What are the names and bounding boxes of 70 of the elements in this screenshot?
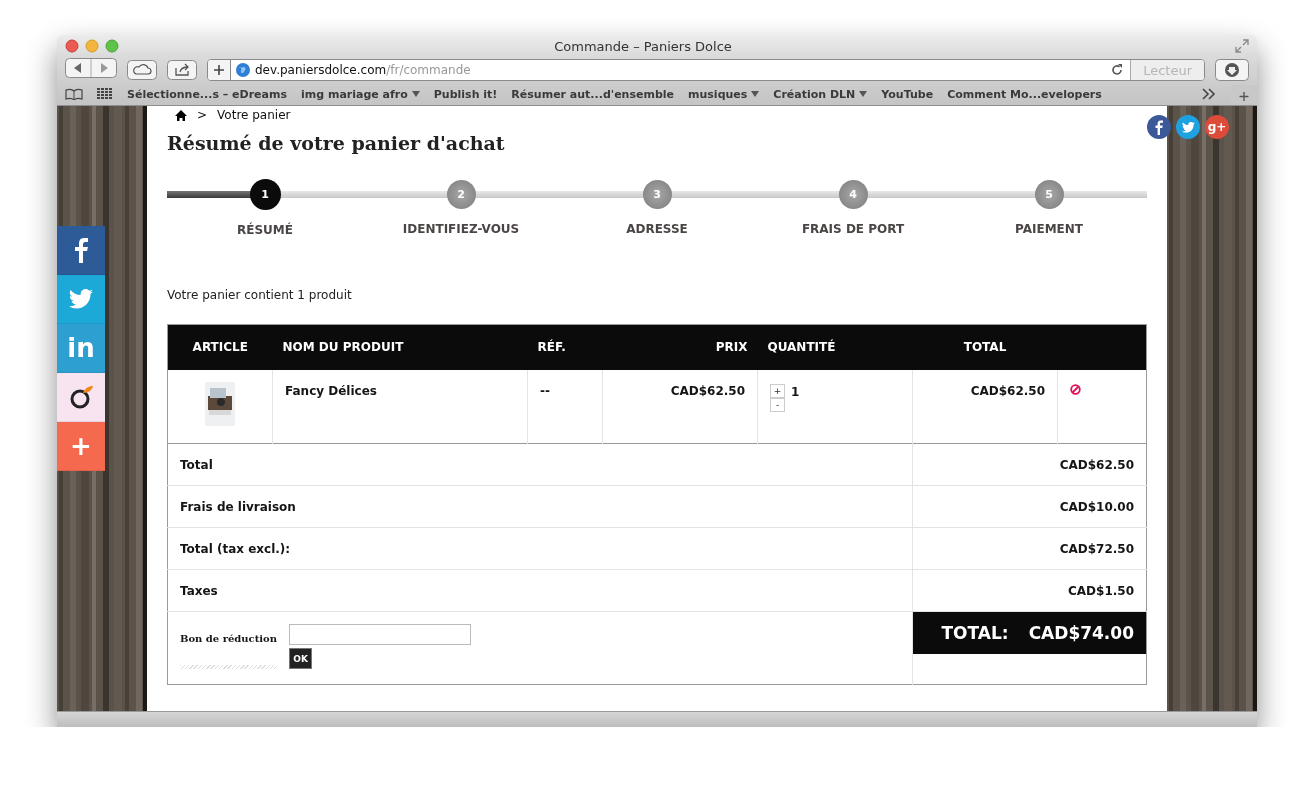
grid-icon[interactable]	[97, 88, 113, 100]
total-label: Taxes	[180, 583, 218, 598]
line-total: CAD$62.50	[970, 383, 1045, 398]
window-controls-icon[interactable]	[65, 39, 121, 53]
total-label: Total	[180, 457, 213, 472]
home-icon[interactable]	[175, 109, 187, 121]
delete-icon[interactable]	[1070, 383, 1081, 395]
step-label: FRAIS DE PORT	[801, 222, 905, 236]
column-header: TOTAL	[963, 340, 1007, 355]
breadcrumb-current: Votre panier	[217, 108, 291, 122]
bookmark-link[interactable]: Publish it!	[433, 87, 498, 101]
total-value: CAD$72.50	[1059, 541, 1134, 556]
bird-icon	[69, 289, 93, 309]
fullscreen-icon[interactable]	[1235, 39, 1249, 53]
step-number[interactable]: 1	[249, 179, 281, 210]
step-label: PAIEMENT	[1015, 222, 1083, 236]
quantity-value: 1	[791, 384, 800, 399]
plus-icon[interactable]	[208, 60, 231, 80]
download-icon[interactable]	[1215, 59, 1249, 81]
product-price: CAD$62.50	[670, 383, 745, 398]
social-twitter-button[interactable]	[57, 275, 105, 324]
voucher-label: Bon de réduction	[180, 633, 278, 669]
caret-icon[interactable]	[859, 91, 868, 97]
back-forward-buttons-icon[interactable]	[65, 58, 117, 78]
caret-icon[interactable]	[751, 91, 760, 97]
total-label: Frais de livraison	[180, 499, 296, 514]
total-value: CAD$62.50	[1059, 457, 1134, 472]
reload-icon[interactable]	[1110, 63, 1125, 77]
bookmark-link[interactable]: Comment Mo...evelopers	[947, 87, 1102, 101]
globe-icon	[235, 62, 251, 78]
book-icon[interactable]	[65, 88, 83, 100]
grand-total-label: TOTAL:	[941, 623, 1009, 643]
caret-icon[interactable]	[411, 91, 420, 97]
share-icon[interactable]	[167, 60, 197, 80]
step-label: ADRESSE	[626, 222, 688, 236]
chevron-icon[interactable]	[1201, 88, 1217, 100]
step-label: IDENTIFIEZ-VOUS	[402, 222, 520, 236]
bookmark-link[interactable]: Résumer aut...d'ensemble	[511, 87, 674, 101]
grand-total-value: CAD$74.00	[1028, 623, 1134, 643]
social-facebook-button[interactable]	[57, 226, 105, 275]
column-header: QUANTITÉ	[767, 340, 836, 355]
step-label: RÉSUMÉ	[237, 223, 293, 237]
column-header: RÉF.	[537, 340, 566, 355]
bookmark-link[interactable]: img mariage afro	[301, 87, 408, 101]
facebook-icon	[74, 237, 88, 263]
page-title: Résumé de votre panier d'achat	[167, 132, 506, 156]
column-header: PRIX	[715, 340, 748, 355]
bookmark-link[interactable]: musiques	[688, 87, 748, 101]
cart-summary-text: Votre panier contient 1 produit	[167, 288, 353, 302]
ok-button[interactable]: OK	[289, 648, 313, 669]
bird-icon	[1181, 121, 1195, 133]
bookmark-link[interactable]: Sélectionne...s – eDreams	[127, 87, 287, 101]
window-title: Commande – Paniers Dolce	[553, 38, 733, 54]
column-header: ARTICLE	[192, 340, 248, 355]
bookmark-link[interactable]: Création DLN	[773, 87, 856, 101]
breadcrumb-separator: >	[197, 108, 208, 122]
social-ring-button[interactable]	[57, 373, 105, 422]
total-value: CAD$1.50	[1068, 583, 1134, 598]
facebook-icon	[1155, 119, 1163, 135]
share-facebook-button[interactable]	[1147, 115, 1171, 139]
total-value: CAD$10.00	[1059, 499, 1134, 514]
quantity-increase-button[interactable]: +	[770, 383, 785, 398]
ring-icon	[68, 384, 94, 410]
product-reference: --	[540, 383, 550, 398]
cloud-icon[interactable]	[127, 60, 157, 80]
column-header: NOM DU PRODUIT	[282, 340, 404, 355]
voucher-field[interactable]	[289, 624, 472, 645]
bookmark-link[interactable]: YouTube	[881, 87, 934, 101]
total-label: Total (tax excl.):	[180, 541, 291, 556]
product-name: Fancy Délices	[285, 383, 377, 398]
